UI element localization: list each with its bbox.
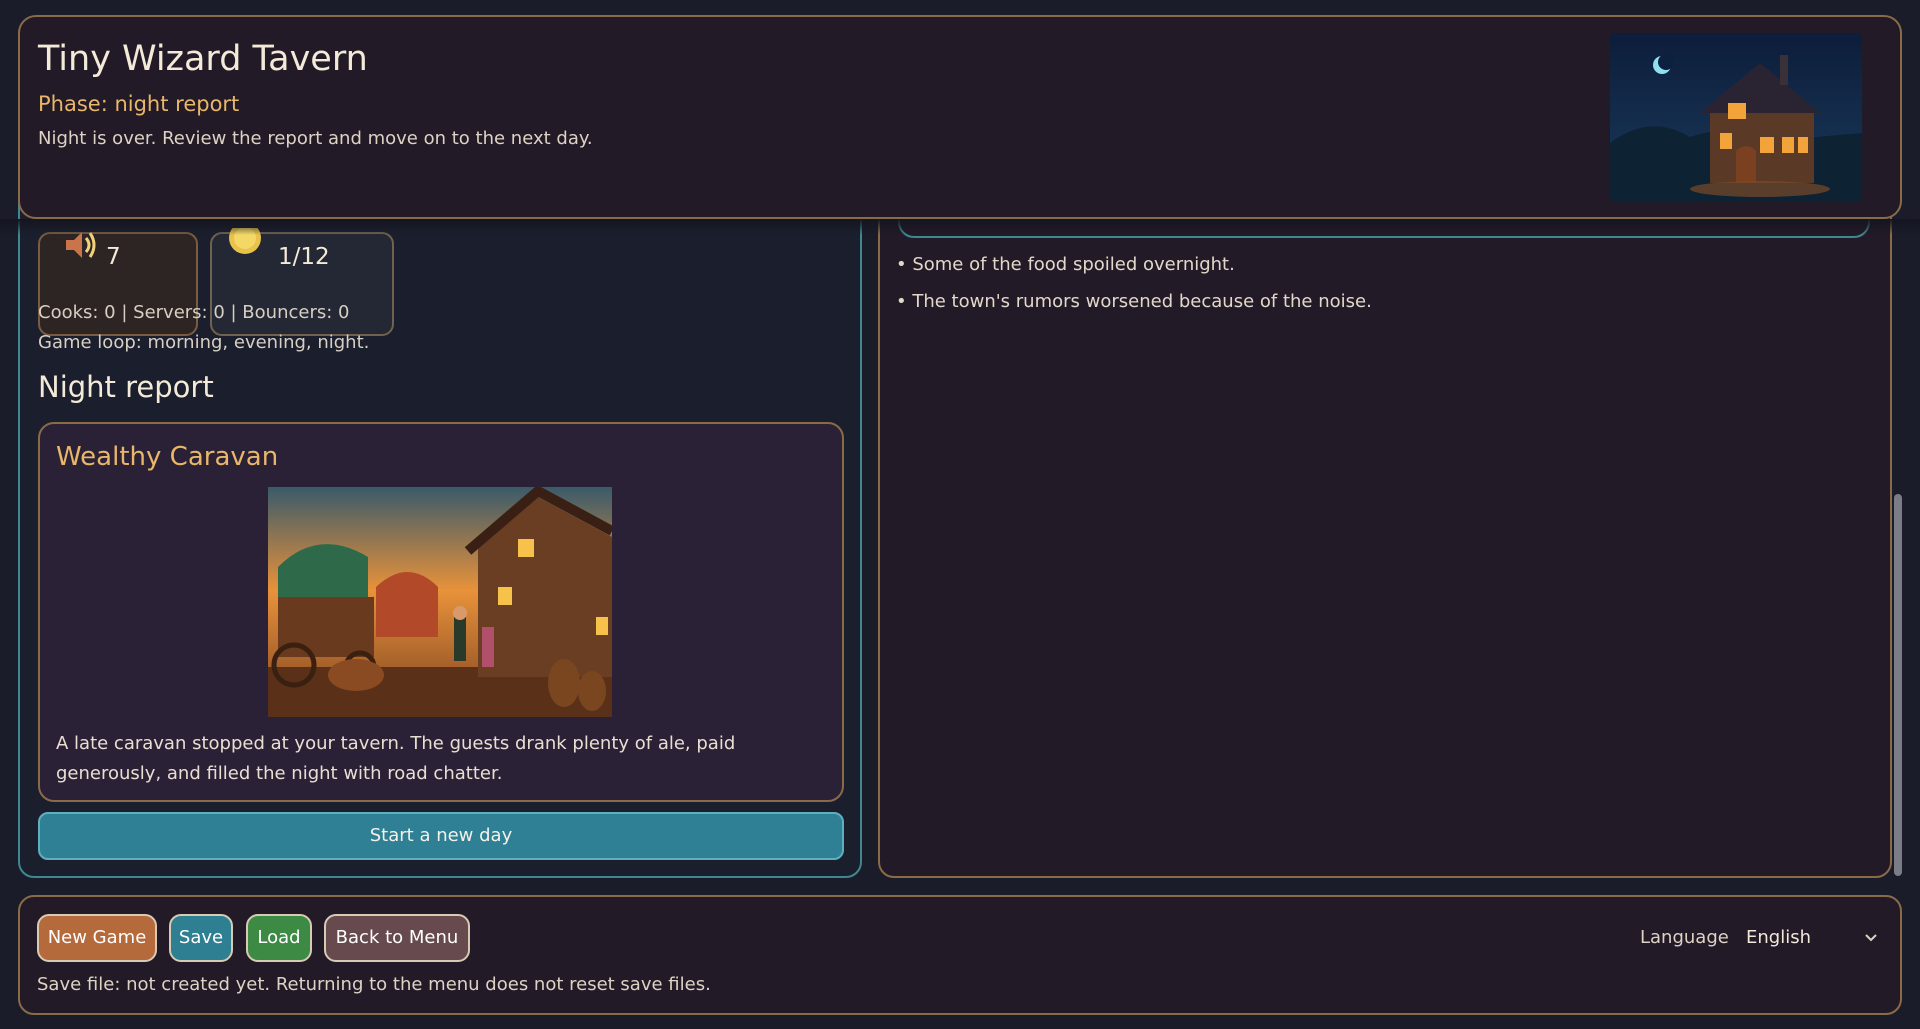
report-panel: • Some of the food spoiled overnight. • …: [878, 150, 1892, 878]
save-button[interactable]: Save: [169, 914, 233, 962]
start-new-day-button[interactable]: Start a new day: [38, 812, 844, 860]
back-to-menu-button[interactable]: Back to Menu: [324, 914, 470, 962]
report-line: • The town's rumors worsened because of …: [896, 291, 1372, 312]
gold-value: 1/12: [278, 244, 330, 270]
new-game-button[interactable]: New Game: [37, 914, 157, 962]
phase-description: Night is over. Review the report and mov…: [38, 128, 593, 149]
report-scrollbar[interactable]: [1894, 494, 1902, 876]
game-loop-text: Game loop: morning, evening, night.: [38, 332, 370, 353]
language-value: English: [1746, 927, 1811, 948]
staff-counts: Cooks: 0 | Servers: 0 | Bouncers: 0: [38, 302, 350, 323]
phase-label: Phase: night report: [38, 92, 240, 116]
report-line: • Some of the food spoiled overnight.: [896, 254, 1235, 275]
language-label: Language: [1640, 927, 1729, 948]
event-description: A late caravan stopped at your tavern. T…: [56, 733, 736, 784]
event-title: Wealthy Caravan: [56, 442, 279, 472]
event-card: Wealthy Caravan A late caravan stopped a…: [38, 422, 844, 802]
noise-value: 7: [106, 244, 121, 270]
tavern-status-panel: 7 1/12 Cooks: 0 | Servers: 0 | Bouncers:…: [18, 150, 862, 878]
chevron-down-icon: [1864, 919, 1878, 972]
app-title: Tiny Wizard Tavern: [38, 39, 368, 79]
save-file-note: Save file: not created yet. Returning to…: [37, 974, 711, 995]
footer-bar: New Game Save Load Back to Menu Save fil…: [18, 895, 1902, 1015]
tavern-night-illustration: [1610, 33, 1862, 201]
load-button[interactable]: Load: [246, 914, 312, 962]
caravan-illustration: [268, 487, 612, 717]
language-select[interactable]: English: [1744, 919, 1882, 957]
header-shadow: [0, 219, 1920, 235]
noise-icon: [62, 230, 98, 264]
night-report-heading: Night report: [38, 370, 214, 404]
header: Tiny Wizard Tavern Phase: night report N…: [18, 15, 1902, 219]
